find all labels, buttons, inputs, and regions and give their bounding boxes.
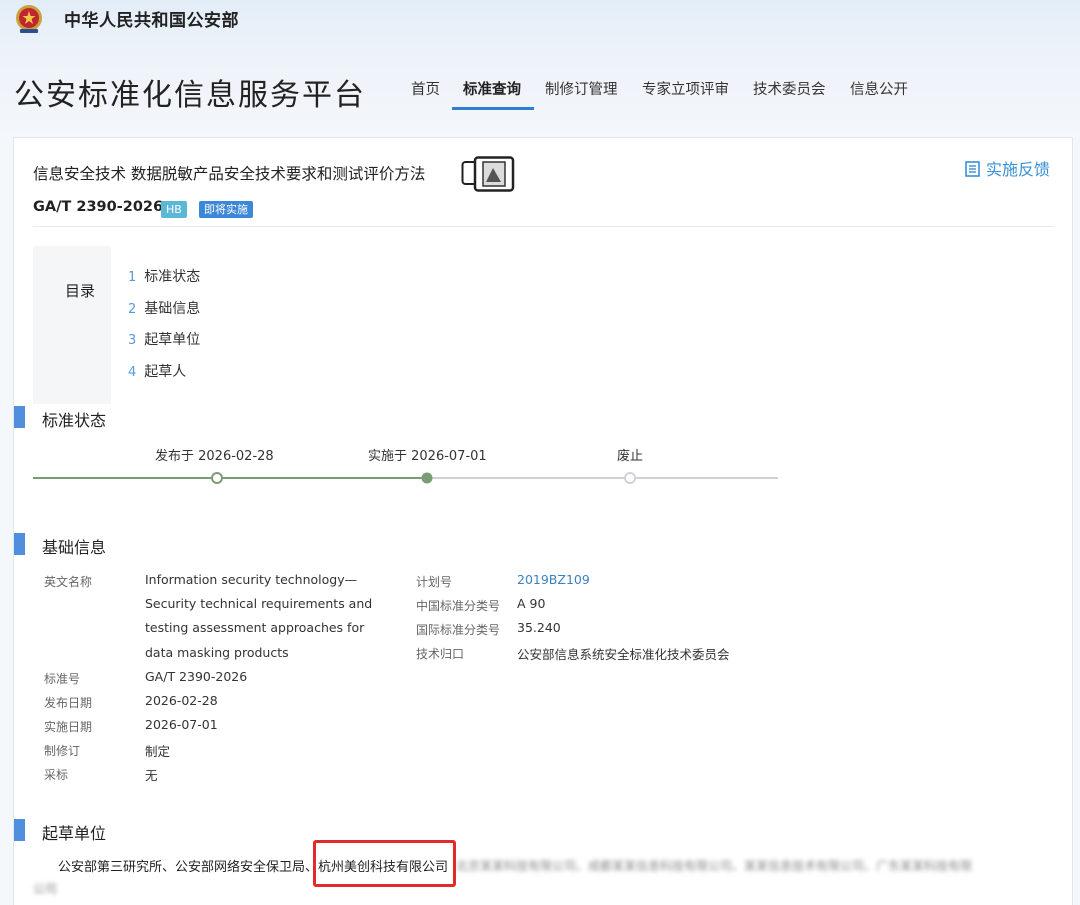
timeline-label-abolished: 废止 — [617, 449, 644, 464]
status-badge: 即将实施 — [199, 201, 253, 218]
toc-item-drafters[interactable]: 4 起草人 — [128, 361, 186, 381]
feedback-label: 实施反馈 — [986, 160, 1051, 179]
section-marker — [14, 533, 25, 555]
nav-revision-management[interactable]: 制修订管理 — [545, 78, 618, 99]
label-china-classification: 中国标准分类号 — [416, 599, 501, 613]
nav-active-indicator — [452, 107, 534, 110]
nav-standard-query[interactable]: 标准查询 — [463, 78, 521, 99]
nav-home[interactable]: 首页 — [411, 78, 440, 99]
feedback-list-icon — [965, 161, 980, 177]
section-title-drafting-units: 起草单位 — [42, 824, 107, 843]
toc-panel — [33, 246, 111, 404]
platform-title: 公安标准化信息服务平台 — [14, 78, 366, 113]
value-revision-type: 制定 — [145, 744, 171, 759]
section-title-status: 标准状态 — [42, 411, 107, 430]
label-english-name: 英文名称 — [44, 575, 93, 589]
toc-item-status[interactable]: 1 标准状态 — [128, 266, 200, 286]
value-publish-date: 2026-02-28 — [145, 693, 218, 708]
drafting-units-blurred-continued: 公司 — [33, 882, 58, 896]
hb-badge: HB — [161, 201, 187, 218]
standard-code: GA/T 2390-2026 — [33, 199, 164, 215]
timeline-node-implemented — [421, 472, 433, 484]
content-card — [13, 137, 1073, 905]
nav-expert-review[interactable]: 专家立项评审 — [642, 78, 729, 99]
label-publish-date: 发布日期 — [44, 696, 93, 710]
drafting-units-visible: 公安部第三研究所、公安部网络安全保卫局、 — [58, 860, 319, 875]
value-implement-date: 2026-07-01 — [145, 717, 218, 732]
toc-item-drafting-units[interactable]: 3 起草单位 — [128, 329, 200, 349]
value-adopted-standard: 无 — [145, 768, 158, 783]
pdf-download-icon[interactable] — [461, 156, 515, 192]
status-timeline — [33, 472, 778, 484]
timeline-node-published — [211, 472, 223, 484]
timeline-label-implemented: 实施于 2026-07-01 — [368, 449, 487, 464]
document-title: 信息安全技术 数据脱敏产品安全技术要求和测试评价方法 — [33, 165, 426, 183]
section-marker — [14, 819, 25, 841]
drafting-units-blurred: 北京某某科技有限公司、成都某某信息科技有限公司、某某信息技术有限公司、广东某某科… — [456, 859, 973, 873]
ministry-name: 中华人民共和国公安部 — [64, 11, 239, 31]
red-highlight-annotation — [313, 840, 456, 887]
timeline-label-published: 发布于 2026-02-28 — [155, 449, 274, 464]
label-technical-committee: 技术归口 — [416, 647, 465, 661]
value-technical-committee: 公安部信息系统安全标准化技术委员会 — [517, 647, 730, 662]
header-divider — [33, 226, 1054, 227]
nav-technical-committee[interactable]: 技术委员会 — [753, 78, 826, 99]
toc-item-basic-info[interactable]: 2 基础信息 — [128, 298, 200, 318]
label-standard-number: 标准号 — [44, 672, 81, 686]
label-international-classification: 国际标准分类号 — [416, 623, 501, 637]
value-english-name: Information security technology—Security… — [145, 572, 373, 660]
value-international-classification: 35.240 — [517, 620, 561, 635]
label-revision-type: 制修订 — [44, 744, 81, 758]
value-plan-number[interactable]: 2019BZ109 — [517, 572, 590, 587]
section-title-basic-info: 基础信息 — [42, 538, 107, 557]
label-implement-date: 实施日期 — [44, 720, 93, 734]
implementation-feedback-link[interactable]: 实施反馈 — [965, 156, 1050, 180]
section-marker — [14, 406, 25, 428]
toc-title: 目录 — [65, 282, 96, 300]
label-plan-number: 计划号 — [416, 575, 453, 589]
label-adopted-standard: 采标 — [44, 768, 69, 782]
value-standard-number: GA/T 2390-2026 — [145, 669, 248, 684]
top-bar: 中华人民共和国公安部 — [0, 0, 1080, 40]
nav-information-disclosure[interactable]: 信息公开 — [850, 78, 908, 99]
timeline-node-abolished — [624, 472, 636, 484]
value-china-classification: A 90 — [517, 596, 546, 611]
police-emblem-icon — [16, 5, 42, 33]
